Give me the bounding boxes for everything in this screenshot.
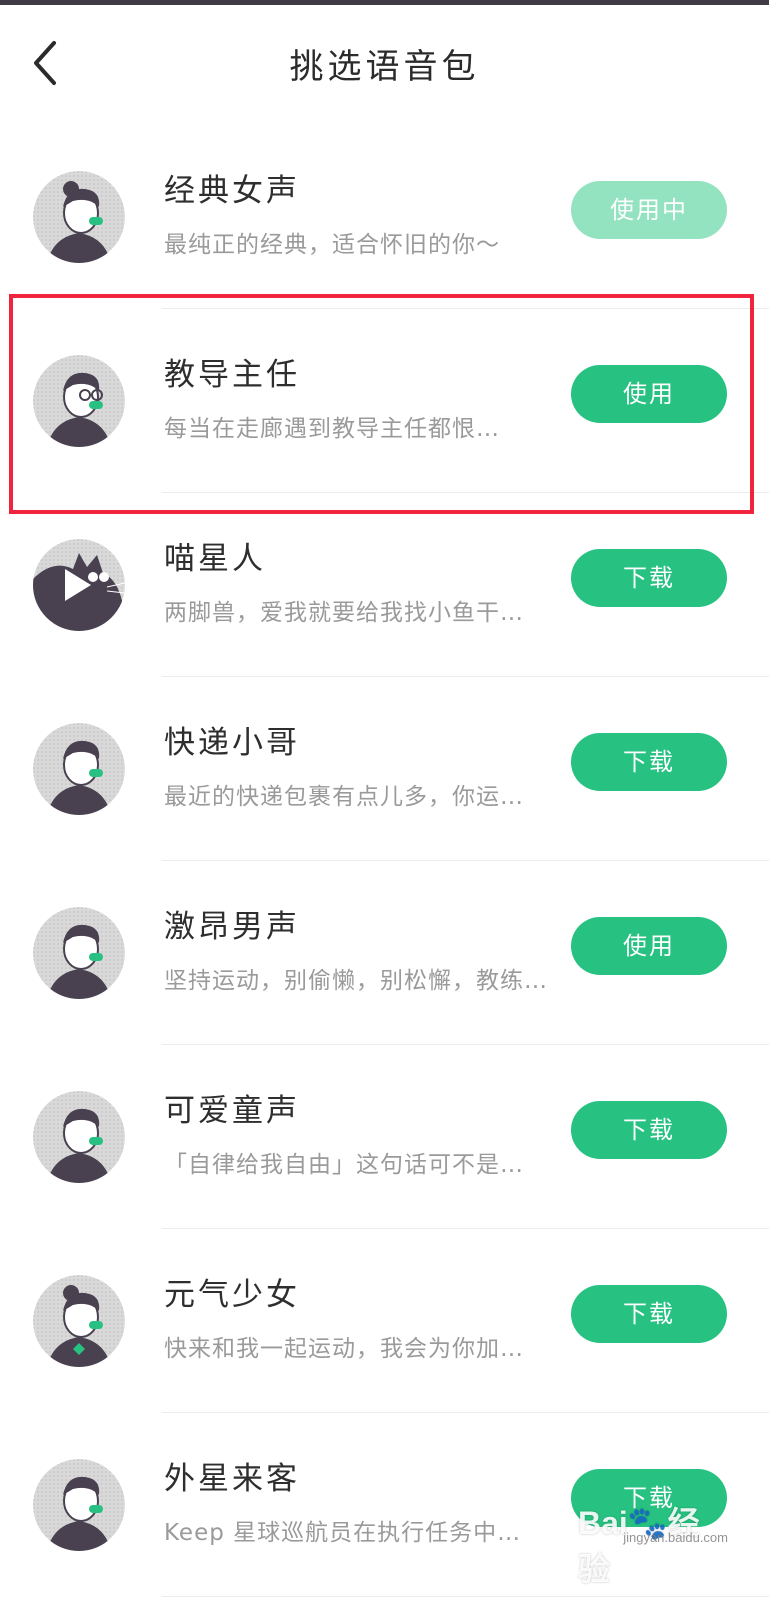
- voice-name: 喵星人: [164, 541, 266, 577]
- voice-list: 经典女声最纯正的经典，适合怀旧的你～ 使用中教导主任每当在走廊遇到教导主任都恨… 使…: [0, 125, 769, 1597]
- voice-description: 「自律给我自由」这句话可不是…: [164, 1152, 524, 1178]
- download-button[interactable]: 下载: [571, 1101, 727, 1159]
- voice-name: 外星来客: [164, 1461, 300, 1497]
- download-button[interactable]: 下载: [571, 733, 727, 791]
- voice-description: Keep 星球巡航员在执行任务中…: [164, 1520, 522, 1546]
- courier-avatar-icon[interactable]: [33, 723, 125, 815]
- voice-description: 最纯正的经典，适合怀旧的你～: [164, 232, 500, 258]
- use-button[interactable]: 使用: [571, 917, 727, 975]
- alien-avatar-icon[interactable]: [33, 1459, 125, 1551]
- voice-description: 快来和我一起运动，我会为你加…: [164, 1336, 524, 1362]
- voice-row-child[interactable]: 可爱童声「自律给我自由」这句话可不是… 下载: [0, 1045, 769, 1229]
- voice-row-classic-female[interactable]: 经典女声最纯正的经典，适合怀旧的你～ 使用中: [0, 125, 769, 309]
- row-divider: [162, 1596, 769, 1597]
- voice-name: 激昂男声: [164, 909, 300, 945]
- glasses-man-avatar-icon[interactable]: [33, 355, 125, 447]
- voice-row-cat[interactable]: 喵星人两脚兽，爱我就要给我找小鱼干… 下载: [0, 493, 769, 677]
- voice-row-courier[interactable]: 快递小哥最近的快递包裹有点儿多，你运… 下载: [0, 677, 769, 861]
- cat-avatar-icon[interactable]: [33, 539, 125, 631]
- voice-row-passionate-male[interactable]: 激昂男声坚持运动，别偷懒，别松懈，教练… 使用: [0, 861, 769, 1045]
- child-avatar-icon[interactable]: [33, 1091, 125, 1183]
- voice-row-dean[interactable]: 教导主任每当在走廊遇到教导主任都恨… 使用: [0, 309, 769, 493]
- use-button[interactable]: 使用: [571, 365, 727, 423]
- play-icon[interactable]: [65, 569, 91, 601]
- download-button[interactable]: 下载: [571, 1285, 727, 1343]
- man-avatar-icon[interactable]: [33, 907, 125, 999]
- voice-name: 可爱童声: [164, 1093, 300, 1129]
- voice-description: 最近的快递包裹有点儿多，你运…: [164, 784, 524, 810]
- voice-row-alien[interactable]: 外星来客 Keep 星球巡航员在执行任务中… 下载: [0, 1413, 769, 1597]
- in-use-button[interactable]: 使用中: [571, 181, 727, 239]
- voice-name: 快递小哥: [164, 725, 300, 761]
- voice-row-girl[interactable]: 元气少女快来和我一起运动，我会为你加… 下载: [0, 1229, 769, 1413]
- voice-description: 坚持运动，别偷懒，别松懈，教练…: [164, 968, 548, 994]
- voice-description: 两脚兽，爱我就要给我找小鱼干…: [164, 600, 524, 626]
- page-title: 挑选语音包: [289, 47, 480, 87]
- woman-avatar-icon[interactable]: [33, 171, 125, 263]
- voice-name: 元气少女: [164, 1277, 300, 1313]
- download-button[interactable]: 下载: [571, 549, 727, 607]
- voice-name: 教导主任: [164, 357, 300, 393]
- voice-name: 经典女声: [164, 173, 300, 209]
- voice-description: 每当在走廊遇到教导主任都恨…: [164, 416, 500, 442]
- download-button[interactable]: 下载: [571, 1469, 727, 1527]
- header: 挑选语音包: [0, 5, 769, 115]
- girl-avatar-icon[interactable]: [33, 1275, 125, 1367]
